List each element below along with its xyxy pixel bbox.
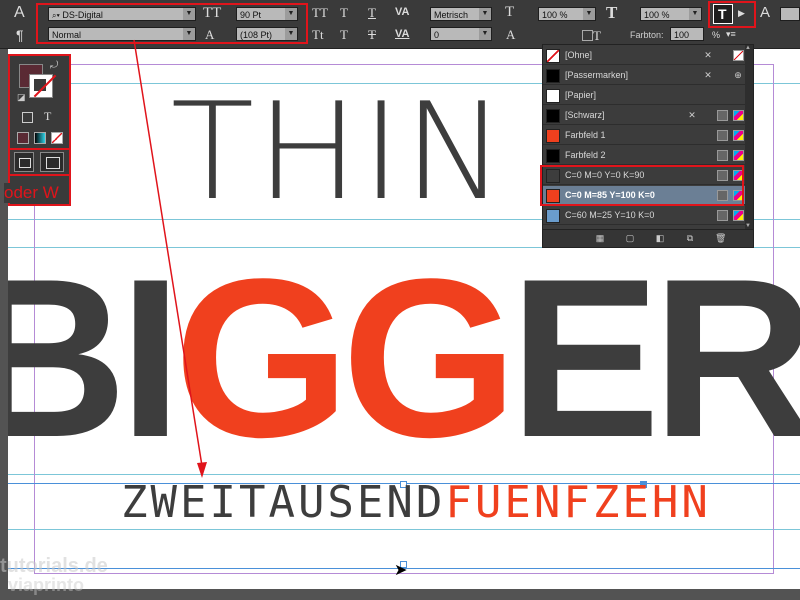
screen-mode-button[interactable]	[40, 152, 64, 172]
swatch-row[interactable]: [Schwarz] ✕	[543, 106, 753, 125]
cmyk-icon	[733, 210, 744, 221]
swatch-name: C=0 M=0 Y=0 K=90	[565, 170, 645, 180]
apply-color-button[interactable]	[17, 132, 29, 144]
swatch-row[interactable]: Farbfeld 1	[543, 126, 753, 145]
swatch-chip	[546, 209, 560, 223]
swatch-chip	[546, 69, 560, 83]
process-icon	[717, 150, 728, 161]
swatch-row[interactable]: Farbfeld 2	[543, 146, 753, 165]
no-edit-icon: ✕	[704, 50, 712, 60]
swatch-chip	[546, 89, 560, 103]
swatch-chip	[546, 109, 560, 123]
cmyk-icon	[733, 170, 744, 181]
swatch-name: [Papier]	[565, 90, 597, 100]
swatch-row[interactable]: [Ohne] ✕	[543, 46, 753, 65]
normal-view-icon	[19, 158, 31, 168]
scroll-down-icon[interactable]: ▼	[745, 223, 751, 229]
process-icon	[717, 210, 728, 221]
show-gradient-swatches-icon[interactable]: ◧	[655, 234, 665, 243]
swap-arrow-icon[interactable]: ⤾	[50, 60, 58, 71]
swatch-name: [Ohne]	[565, 50, 593, 60]
watermark-text: tutorials.de	[0, 555, 108, 577]
swatch-footer: ▦ ▢ ◧ ⧉ 🗑	[543, 229, 753, 247]
swatch-chip	[546, 169, 560, 183]
swatches-panel: [Ohne] ✕ [Passermarken] ⊕ ✕ [Papier] [Schwarz]…	[540, 44, 754, 248]
swatch-row[interactable]: C=0 M=85 Y=100 K=0	[543, 186, 753, 205]
watermark-text-2: viaprinto	[8, 575, 85, 595]
shortcut-hint: oder W	[4, 183, 59, 203]
default-colors-icon[interactable]: ◪	[17, 92, 26, 103]
cmyk-icon	[733, 150, 744, 161]
no-edit-icon: ✕	[704, 70, 712, 80]
cmyk-icon	[733, 130, 744, 141]
swatch-row[interactable]: [Papier]	[543, 86, 753, 105]
swatch-row[interactable]: [Passermarken] ⊕ ✕	[543, 66, 753, 85]
scrollbar[interactable]: ▲ ▼	[745, 45, 753, 229]
swatch-chip	[546, 129, 560, 143]
swatch-chip	[546, 189, 560, 203]
show-color-swatches-icon[interactable]: ▢	[625, 234, 635, 243]
screen-mode-icon	[46, 157, 60, 169]
process-icon	[717, 110, 728, 121]
swatch-name: Farbfeld 2	[565, 150, 606, 160]
apply-none-button[interactable]	[51, 132, 63, 144]
text-format-button[interactable]: T	[44, 109, 51, 124]
frame-format-button[interactable]	[22, 112, 33, 123]
cmyk-icon	[733, 110, 744, 121]
process-icon	[717, 190, 728, 201]
scroll-up-icon[interactable]: ▲	[745, 45, 751, 51]
swatch-name: C=60 M=25 Y=10 K=0	[565, 210, 655, 220]
show-all-swatches-icon[interactable]: ▦	[595, 234, 605, 243]
swatch-name: [Passermarken]	[565, 70, 629, 80]
process-icon	[717, 170, 728, 181]
registration-icon: ⊕	[734, 70, 742, 80]
swatch-name: [Schwarz]	[565, 110, 605, 120]
swatch-row[interactable]: C=60 M=25 Y=10 K=0	[543, 206, 753, 225]
cmyk-icon	[733, 190, 744, 201]
none-swatch-icon	[733, 50, 744, 61]
swatch-chip	[546, 149, 560, 163]
process-icon	[717, 130, 728, 141]
swatch-name: Farbfeld 1	[565, 130, 606, 140]
apply-gradient-button[interactable]	[34, 132, 46, 144]
swatch-row[interactable]: C=0 M=0 Y=0 K=90	[543, 166, 753, 185]
swatch-name: C=0 M=85 Y=100 K=0	[565, 190, 655, 200]
mouse-cursor-icon: ➤	[394, 562, 408, 579]
stroke-swatch[interactable]	[29, 74, 57, 98]
new-swatch-icon[interactable]: ⧉	[685, 234, 695, 243]
no-edit-icon: ✕	[688, 110, 696, 120]
swatch-chip	[546, 49, 560, 63]
trash-icon[interactable]: 🗑	[715, 234, 726, 243]
normal-view-button[interactable]	[14, 152, 34, 172]
